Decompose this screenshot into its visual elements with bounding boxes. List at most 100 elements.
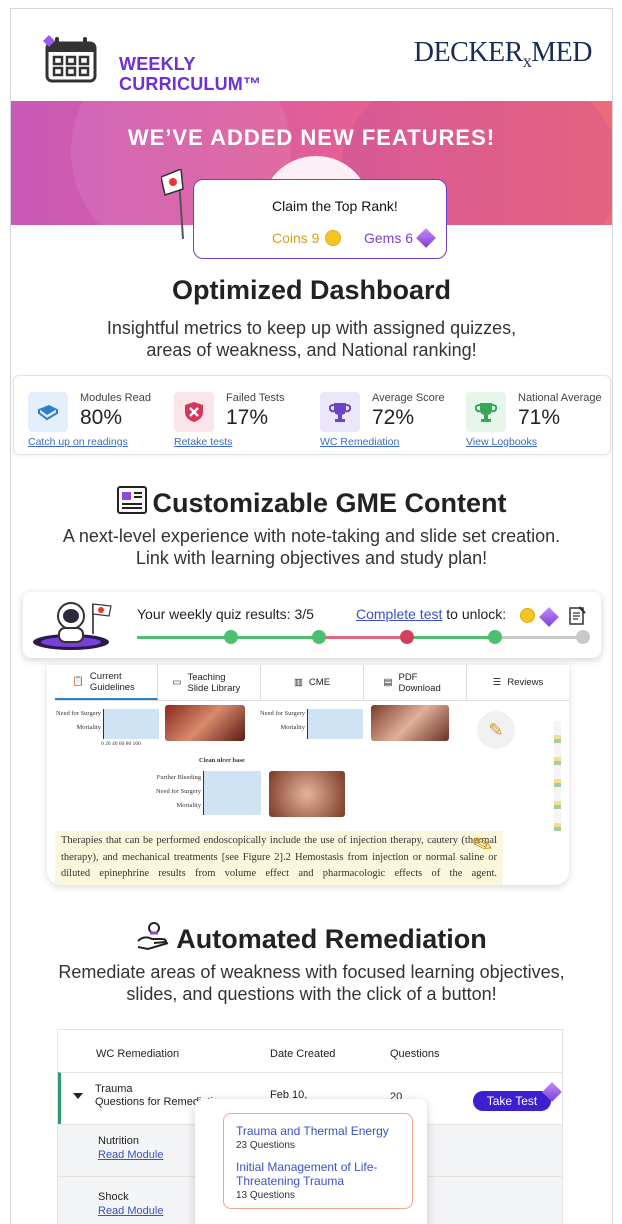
- deckermed-logo: DECKERxMED: [413, 37, 593, 71]
- coin-icon: [520, 608, 535, 623]
- tab-reviews[interactable]: ☰ Reviews: [467, 665, 569, 700]
- wc-remediation-link[interactable]: WC Remediation: [320, 436, 399, 448]
- metrics-panel: Modules Read 80% Catch up on readings Fa…: [13, 375, 611, 455]
- topic-count: 23 Questions: [236, 1140, 295, 1151]
- progress-segment: [495, 636, 583, 639]
- trophy-icon: [466, 392, 506, 432]
- metric-failed-tests: Failed Tests 17% Retake tests: [174, 390, 314, 450]
- calendar-icon: [43, 35, 97, 83]
- section-desc-remediation: Remediate areas of weakness with focused…: [58, 962, 565, 1004]
- gem-icon: [416, 228, 436, 248]
- endoscopy-image: [165, 705, 245, 741]
- quiz-progress-card: Your weekly quiz results: 3/5 Complete t…: [23, 592, 601, 658]
- gem-icon: [539, 607, 559, 627]
- metric-national-average: National Average 71% View Logbooks: [466, 390, 606, 450]
- progress-segment: [407, 636, 495, 639]
- chevron-down-icon[interactable]: [73, 1093, 83, 1099]
- hand-remediation-icon: [137, 922, 169, 951]
- section-title-gme: Customizable GME Content: [11, 485, 612, 519]
- topic-title[interactable]: Trauma and Thermal Energy: [236, 1124, 389, 1138]
- metric-label: Failed Tests: [226, 392, 285, 404]
- guideline-paragraph: Therapies that can be performed endoscop…: [55, 831, 503, 885]
- brand-wordmark: WEEKLY CURRICULUM™: [119, 54, 262, 94]
- pencil-icon[interactable]: ✎: [477, 711, 515, 749]
- chart-axis: 0 20 40 60 80 100: [101, 741, 141, 747]
- tab-current-guidelines[interactable]: 📋 Current Guidelines: [55, 665, 158, 700]
- view-logbooks-link[interactable]: View Logbooks: [466, 436, 537, 448]
- chart-bars: [307, 709, 363, 739]
- astronaut-portal-illustration: [33, 602, 112, 650]
- trophy-icon: [320, 392, 360, 432]
- annotation-strip: [554, 721, 561, 831]
- section-desc-gme: A next-level experience with note-taking…: [62, 526, 561, 568]
- progress-node-pass: [224, 630, 238, 644]
- complete-test-link[interactable]: Complete test to unlock:: [356, 606, 506, 622]
- metric-label: National Average: [518, 392, 602, 404]
- quiz-results: Your weekly quiz results: 3/5: [137, 606, 314, 622]
- progress-node-pass: [488, 630, 502, 644]
- presentation-icon: ▭: [172, 677, 182, 688]
- book-icon: [28, 392, 68, 432]
- metric-value: 17%: [226, 406, 269, 429]
- claim-text: Claim the Top Rank!: [272, 198, 398, 214]
- document-icon: ☰: [492, 677, 502, 688]
- coins-count: Coins 9: [272, 230, 342, 246]
- chart-bars: [103, 709, 159, 739]
- metric-modules-read: Modules Read 80% Catch up on readings: [28, 390, 168, 450]
- subrow-name: Nutrition: [98, 1135, 139, 1147]
- progress-segment: [137, 636, 231, 639]
- tab-teaching-slide-library[interactable]: ▭ Teaching Slide Library: [158, 665, 261, 700]
- retake-tests-link[interactable]: Retake tests: [174, 436, 232, 448]
- content-preview: 📋 Current Guidelines ▭ Teaching Slide Libr…: [47, 665, 569, 885]
- rank-card: Claim the Top Rank! Coins 9 Gems 6: [193, 179, 447, 259]
- topic-title[interactable]: Initial Management of Life- Threatening …: [236, 1160, 377, 1188]
- progress-segment: [231, 636, 319, 639]
- section-title-remediation: Automated Remediation: [11, 921, 612, 955]
- clipboard-icon: 📋: [72, 676, 84, 687]
- progress-node-fail: [400, 630, 414, 644]
- take-test-button[interactable]: Take Test: [473, 1091, 551, 1111]
- figure-area: Need for Surgery Mortality 0 20 40 60 80 …: [47, 701, 561, 831]
- read-module-link[interactable]: Read Module: [98, 1205, 163, 1217]
- remediation-topic-list: Trauma and Thermal Energy 23 Questions I…: [223, 1113, 413, 1209]
- topic-count: 13 Questions: [236, 1190, 295, 1201]
- section-title-dashboard: Optimized Dashboard: [171, 275, 452, 305]
- notes-icon: [569, 606, 586, 625]
- header: WEEKLY CURRICULUM™ DECKERxMED: [11, 9, 612, 101]
- read-module-link[interactable]: Read Module: [98, 1149, 163, 1161]
- catch-up-link[interactable]: Catch up on readings: [28, 436, 128, 448]
- column-header: Date Created: [270, 1048, 336, 1060]
- remediation-popup: Trauma and Thermal Energy 23 Questions I…: [195, 1099, 427, 1224]
- banner-title: WE’VE ADDED NEW FEATURES!: [127, 125, 496, 150]
- progress-segment: [319, 636, 407, 639]
- metric-value: 80%: [80, 406, 123, 429]
- metric-label: Modules Read: [80, 392, 151, 404]
- progress-node-pass: [312, 630, 326, 644]
- chart-caption: Clean ulcer base: [199, 757, 245, 764]
- metric-label: Average Score: [372, 392, 445, 404]
- chart-row-labels: Need for Surgery Mortality: [55, 710, 101, 731]
- section-desc-dashboard: Insightful metrics to keep up with assig…: [106, 318, 517, 360]
- content-tabs: 📋 Current Guidelines ▭ Teaching Slide Libr…: [55, 665, 569, 701]
- email-frame: WEEKLY CURRICULUM™ DECKERxMED WE’VE ADDE…: [10, 8, 613, 1224]
- endoscopy-image: [269, 771, 345, 817]
- metric-average-score: Average Score 72% WC Remediation: [320, 390, 460, 450]
- column-header: Questions: [390, 1048, 440, 1060]
- metric-value: 72%: [372, 406, 415, 429]
- tab-cme[interactable]: ▥ CME: [261, 665, 364, 700]
- tab-pdf-download[interactable]: ▤ PDF Download: [364, 665, 467, 700]
- chart-bars: [203, 771, 261, 815]
- newspaper-icon: [117, 486, 148, 514]
- metric-value: 71%: [518, 406, 561, 429]
- coin-icon: [325, 230, 342, 246]
- subrow-name: Shock: [98, 1191, 129, 1203]
- chart-row-labels: Further Bleeding Need for Surgery Mortalit…: [155, 774, 201, 809]
- gems-count: Gems 6: [364, 228, 436, 248]
- weekly-curriculum-logo: WEEKLY CURRICULUM™: [35, 25, 261, 94]
- chart-row-labels: Need for Surgery Mortality: [259, 710, 305, 731]
- bar-chart-icon: ▥: [293, 677, 303, 688]
- progress-node-pending: [576, 630, 590, 644]
- pdf-icon: ▤: [383, 677, 393, 688]
- x-shield-icon: [174, 392, 214, 432]
- endoscopy-image: [371, 705, 449, 741]
